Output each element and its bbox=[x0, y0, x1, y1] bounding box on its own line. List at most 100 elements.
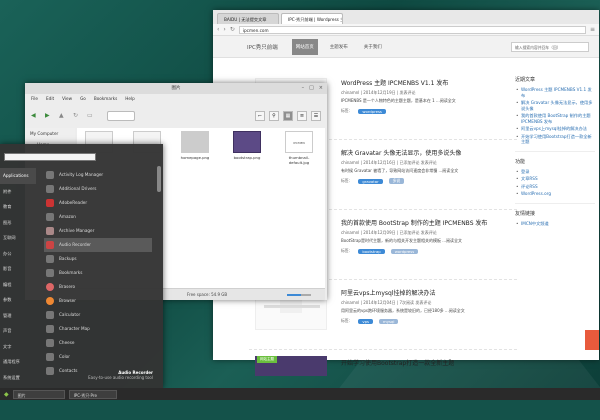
tag[interactable]: gravatar bbox=[358, 178, 383, 184]
browser-tab-1[interactable]: BAIDU | 无法提交文章 bbox=[217, 13, 279, 24]
recent-post-link[interactable]: 开始学习使用Bootstrap打造一款全新主题 bbox=[515, 134, 595, 145]
category-item[interactable]: 通用程序 bbox=[0, 354, 36, 370]
location-bar[interactable] bbox=[107, 111, 135, 121]
scrollbar[interactable] bbox=[157, 166, 161, 192]
browser-tab-2[interactable]: IPC·秀只前端 | Wordpress 主题 bbox=[281, 13, 343, 24]
site-search-input[interactable]: 输入搜索内容并回车（回） bbox=[511, 42, 589, 52]
up-arrow-icon[interactable]: ▲ bbox=[59, 112, 69, 120]
tag[interactable]: wordpress bbox=[358, 108, 386, 114]
refresh-icon[interactable]: ↻ bbox=[73, 112, 83, 120]
post-title[interactable]: 开始学习使用Bootstrap打造一款全新主题 bbox=[341, 358, 454, 367]
zoom-slider[interactable] bbox=[287, 294, 311, 296]
app-item[interactable]: Browser bbox=[44, 294, 152, 308]
app-item[interactable]: Cheese bbox=[44, 336, 152, 350]
image-file-icon bbox=[233, 131, 261, 153]
feedback-tab[interactable] bbox=[585, 330, 599, 350]
recent-post-link[interactable]: WordPress 主题 IPCMENBS V1.1 发布 bbox=[515, 87, 595, 98]
reload-icon[interactable]: ↻ bbox=[230, 26, 235, 33]
category-item[interactable]: 编程 bbox=[0, 277, 36, 293]
computer-icon[interactable]: ▭ bbox=[87, 112, 97, 120]
app-item[interactable]: Archive Manager bbox=[44, 224, 152, 238]
menu-launcher-icon[interactable]: ◆ bbox=[4, 391, 9, 398]
category-item[interactable]: 互联网 bbox=[0, 230, 36, 246]
post-title[interactable]: 我的首款使用 BootStrap 制作的主题 IPCMENBS 发布 bbox=[341, 218, 487, 227]
app-item[interactable]: AdobeReader bbox=[44, 196, 152, 210]
list-view-icon[interactable]: ≡ bbox=[297, 111, 307, 121]
file-item[interactable]: bootstrap.png bbox=[227, 131, 267, 160]
search-icon[interactable]: ⚲ bbox=[269, 111, 279, 121]
nav-about[interactable]: 关于我们 bbox=[360, 39, 386, 55]
edit-path-icon[interactable]: ⌐ bbox=[255, 111, 265, 121]
func-link[interactable]: 评论RSS bbox=[515, 184, 595, 190]
category-item[interactable]: 文字 bbox=[0, 339, 36, 355]
recent-post-link[interactable]: 阿里云vps上mysql挂掉的解决办法 bbox=[515, 126, 595, 132]
forward-icon[interactable]: › bbox=[223, 26, 225, 33]
category-item[interactable]: 办公 bbox=[0, 246, 36, 262]
application-menu: Applications 附件 教育 图形 互联网 办公 影音 编程 参数 管理… bbox=[0, 144, 163, 388]
category-item[interactable]: 声音 bbox=[0, 323, 36, 339]
nav-home[interactable]: 网站首页 bbox=[291, 38, 318, 55]
sidebar-header[interactable]: My Computer bbox=[25, 128, 75, 139]
compact-view-icon[interactable]: ☰ bbox=[311, 111, 321, 121]
maximize-icon[interactable]: □ bbox=[309, 85, 314, 92]
app-item[interactable]: Amazon bbox=[44, 210, 152, 224]
icon-view-icon[interactable]: ▦ bbox=[283, 111, 293, 121]
menu-bookmarks[interactable]: Bookmarks bbox=[94, 94, 117, 104]
taskbar-item-files[interactable]: 图片 bbox=[12, 389, 65, 399]
category-item[interactable]: 系统设置 bbox=[0, 370, 36, 386]
menu-search-input[interactable] bbox=[4, 153, 96, 161]
tag[interactable]: wordpress bbox=[390, 248, 419, 254]
menu-icon[interactable]: ≡ bbox=[590, 26, 595, 33]
app-item[interactable]: Color bbox=[44, 350, 152, 364]
category-item[interactable]: Applications bbox=[0, 168, 36, 184]
menu-view[interactable]: View bbox=[62, 94, 72, 104]
app-item[interactable]: Calculator bbox=[44, 308, 152, 322]
post-title[interactable]: WordPress 主题 IPCMENBS V1.1 发布 bbox=[341, 78, 448, 87]
address-field[interactable]: ipcmen.com bbox=[238, 25, 586, 34]
taskbar-item-browser[interactable]: IPC·秀只·Pre bbox=[68, 389, 117, 399]
file-item[interactable]: IPCMEN thumbnail-default.jpg bbox=[279, 131, 319, 165]
category-item[interactable]: 附件 bbox=[0, 184, 36, 200]
category-item[interactable]: 参数 bbox=[0, 292, 36, 308]
func-link[interactable]: 文章RSS bbox=[515, 176, 595, 182]
app-item[interactable]: Activity Log Manager bbox=[44, 168, 152, 182]
tag[interactable]: vps bbox=[358, 318, 374, 324]
tag[interactable]: bootstrap bbox=[358, 248, 385, 254]
view-tools: ⌐ ⚲ ▦ ≡ ☰ bbox=[255, 111, 321, 121]
category-item[interactable]: 管理 bbox=[0, 308, 36, 324]
post-title[interactable]: 解决 Gravatar 头像无法显示，使用多说头像 bbox=[341, 148, 461, 157]
app-item[interactable]: Character Map bbox=[44, 322, 152, 336]
tag[interactable]: 多说 bbox=[388, 178, 405, 184]
back-arrow-icon[interactable]: ◀ bbox=[31, 112, 41, 120]
category-item[interactable]: 影音 bbox=[0, 261, 36, 277]
menu-help[interactable]: Help bbox=[125, 94, 135, 104]
tag[interactable]: mysql bbox=[379, 318, 399, 324]
app-icon bbox=[46, 367, 54, 375]
window-titlebar[interactable]: 图片 – □ × bbox=[25, 83, 327, 94]
category-item[interactable]: 图形 bbox=[0, 215, 36, 231]
friend-link[interactable]: IMCN中文频道 bbox=[515, 221, 595, 227]
post-title[interactable]: 阿里云vps上mysql挂掉的解决办法 bbox=[341, 288, 435, 297]
site-logo[interactable]: IPC秀只前端 bbox=[247, 43, 278, 51]
category-item[interactable]: 教育 bbox=[0, 199, 36, 215]
nav-themes[interactable]: 主题发布 bbox=[326, 39, 352, 55]
app-item[interactable]: Backups bbox=[44, 252, 152, 266]
func-link[interactable]: 登录 bbox=[515, 169, 595, 175]
func-link[interactable]: WordPress.org bbox=[515, 191, 595, 197]
file-item[interactable]: homepage.png bbox=[175, 131, 215, 160]
close-icon[interactable]: × bbox=[319, 85, 323, 92]
app-item[interactable]: Brasero bbox=[44, 280, 152, 294]
forward-arrow-icon[interactable]: ▶ bbox=[45, 112, 55, 120]
menu-file[interactable]: File bbox=[31, 94, 38, 104]
minimize-icon[interactable]: – bbox=[302, 85, 305, 92]
recent-posts-list: WordPress 主题 IPCMENBS V1.1 发布 解决 Gravata… bbox=[515, 87, 595, 145]
recent-post-link[interactable]: 我的首款使用 BootStrap 制作的主题 IPCMENBS 发布 bbox=[515, 113, 595, 124]
menu-go[interactable]: Go bbox=[80, 94, 86, 104]
recent-post-link[interactable]: 解决 Gravatar 头像无法显示，使用多说头像 bbox=[515, 100, 595, 111]
app-item[interactable]: Bookmarks bbox=[44, 266, 152, 280]
back-icon[interactable]: ‹ bbox=[217, 26, 219, 33]
menu-edit[interactable]: Edit bbox=[46, 94, 54, 104]
app-item-selected[interactable]: Audio Recorder bbox=[44, 238, 152, 252]
app-item[interactable]: Additional Drivers bbox=[44, 182, 152, 196]
app-icon bbox=[46, 185, 54, 193]
